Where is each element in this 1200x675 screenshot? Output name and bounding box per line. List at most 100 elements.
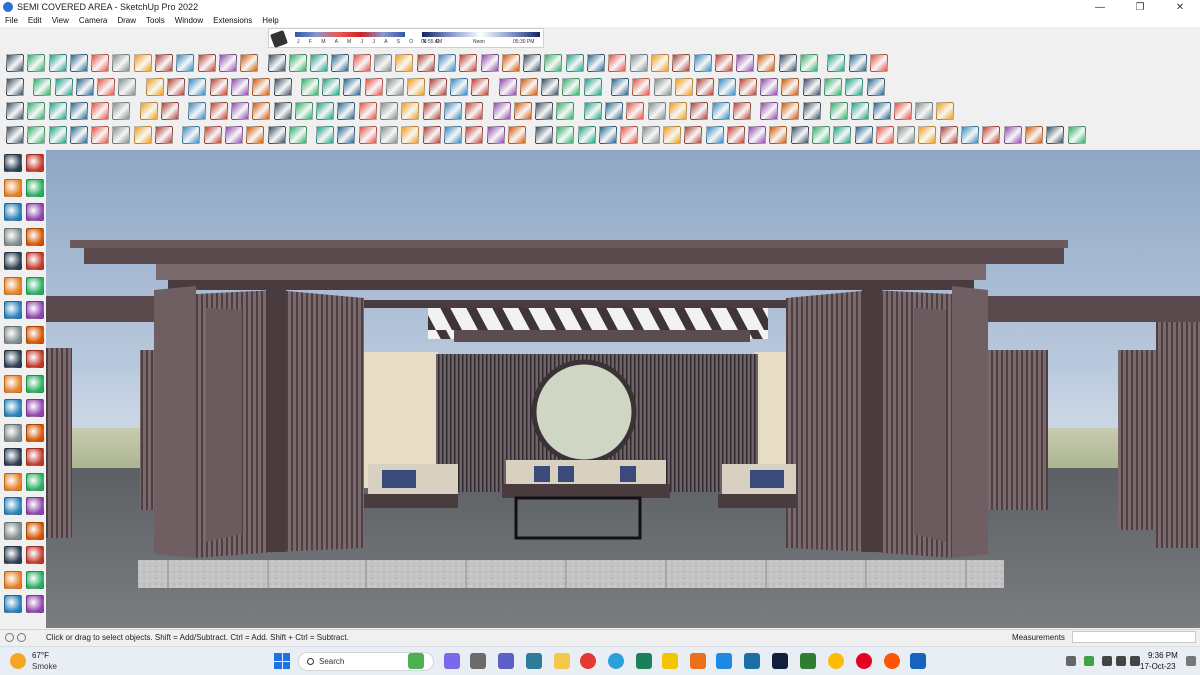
tb1-tool-icon[interactable] <box>736 54 755 72</box>
tb2-tool-icon[interactable] <box>33 78 52 96</box>
tb4-tool-icon[interactable] <box>27 126 46 144</box>
tb1-tool-icon[interactable] <box>267 54 286 72</box>
windows-update-icon[interactable] <box>716 653 732 669</box>
tb1-tool-icon[interactable] <box>288 54 307 72</box>
large-tool-icon[interactable] <box>26 276 44 295</box>
tb1-tool-icon[interactable] <box>714 54 733 72</box>
tb2-tool-icon[interactable] <box>322 78 341 96</box>
large-tool-icon[interactable] <box>4 154 22 172</box>
tb2-tool-icon[interactable] <box>386 78 405 96</box>
tb2-tool-icon[interactable] <box>583 78 602 96</box>
large-tool-icon[interactable] <box>4 521 22 540</box>
tb3-tool-icon[interactable] <box>492 102 511 120</box>
chat-icon[interactable] <box>498 653 514 669</box>
opera-icon[interactable] <box>580 653 596 669</box>
large-tool-icon[interactable] <box>26 521 44 540</box>
tb1-tool-icon[interactable] <box>608 54 627 72</box>
tb3-tool-icon[interactable] <box>851 102 870 120</box>
tb3-tool-icon[interactable] <box>872 102 891 120</box>
tb1-tool-icon[interactable] <box>799 54 818 72</box>
large-tool-icon[interactable] <box>26 472 44 491</box>
tb3-tool-icon[interactable] <box>626 102 645 120</box>
clock-time[interactable]: 9:36 PM <box>1148 651 1178 660</box>
large-tool-icon[interactable] <box>4 276 22 295</box>
large-tool-icon[interactable] <box>26 350 44 368</box>
tb3-tool-icon[interactable] <box>69 102 88 120</box>
tb3-tool-icon[interactable] <box>915 102 934 120</box>
menu-file[interactable]: File <box>0 16 23 25</box>
large-tool-icon[interactable] <box>26 423 44 442</box>
tb3-tool-icon[interactable] <box>605 102 624 120</box>
tb1-tool-icon[interactable] <box>757 54 776 72</box>
tb2-tool-icon[interactable] <box>866 78 885 96</box>
tb3-tool-icon[interactable] <box>760 102 779 120</box>
tb2-tool-icon[interactable] <box>471 78 490 96</box>
tb4-tool-icon[interactable] <box>182 126 201 144</box>
tb2-tool-icon[interactable] <box>802 78 821 96</box>
tb3-tool-icon[interactable] <box>535 102 554 120</box>
tb4-tool-icon[interactable] <box>641 126 660 144</box>
tb3-tool-icon[interactable] <box>802 102 821 120</box>
tb3-tool-icon[interactable] <box>711 102 730 120</box>
tb4-tool-icon[interactable] <box>465 126 484 144</box>
tb2-tool-icon[interactable] <box>760 78 779 96</box>
tb3-tool-icon[interactable] <box>294 102 313 120</box>
soundcloud-icon[interactable] <box>884 653 900 669</box>
tb2-tool-icon[interactable] <box>75 78 94 96</box>
tb1-tool-icon[interactable] <box>27 54 46 72</box>
tb1-tool-icon[interactable] <box>6 54 24 72</box>
file-explorer-icon[interactable] <box>554 653 570 669</box>
menu-extensions[interactable]: Extensions <box>208 16 257 25</box>
tb4-tool-icon[interactable] <box>203 126 222 144</box>
tb4-tool-icon[interactable] <box>48 126 67 144</box>
volume-icon[interactable] <box>1116 656 1126 666</box>
tb1-tool-icon[interactable] <box>523 54 542 72</box>
tb4-tool-icon[interactable] <box>288 126 307 144</box>
tb4-tool-icon[interactable] <box>811 126 830 144</box>
tb4-tool-icon[interactable] <box>726 126 745 144</box>
chrome-icon[interactable] <box>828 653 844 669</box>
month-slider[interactable] <box>295 32 405 37</box>
tb4-tool-icon[interactable] <box>507 126 526 144</box>
large-tool-icon[interactable] <box>4 350 22 368</box>
tb1-tool-icon[interactable] <box>112 54 131 72</box>
tb4-tool-icon[interactable] <box>939 126 958 144</box>
tb2-tool-icon[interactable] <box>252 78 271 96</box>
tb1-tool-icon[interactable] <box>331 54 350 72</box>
geo-location-icon[interactable] <box>5 633 14 642</box>
tb2-tool-icon[interactable] <box>738 78 757 96</box>
tb3-tool-icon[interactable] <box>188 102 207 120</box>
tb4-tool-icon[interactable] <box>6 126 24 144</box>
tb2-tool-icon[interactable] <box>632 78 651 96</box>
app-icon-blue[interactable] <box>744 653 760 669</box>
tb4-tool-icon[interactable] <box>1024 126 1043 144</box>
tb4-tool-icon[interactable] <box>535 126 554 144</box>
tb1-tool-icon[interactable] <box>672 54 691 72</box>
tb3-tool-icon[interactable] <box>316 102 335 120</box>
tb3-tool-icon[interactable] <box>48 102 67 120</box>
tb2-tool-icon[interactable] <box>364 78 383 96</box>
tb4-tool-icon[interactable] <box>422 126 441 144</box>
tb1-tool-icon[interactable] <box>501 54 520 72</box>
tb4-tool-icon[interactable] <box>69 126 88 144</box>
large-tool-icon[interactable] <box>4 325 22 344</box>
tb3-tool-icon[interactable] <box>380 102 399 120</box>
tb3-tool-icon[interactable] <box>732 102 751 120</box>
tb4-tool-icon[interactable] <box>854 126 873 144</box>
tb3-tool-icon[interactable] <box>337 102 356 120</box>
weather-icon[interactable] <box>10 653 26 669</box>
large-tool-icon[interactable] <box>26 546 44 564</box>
tb1-tool-icon[interactable] <box>629 54 648 72</box>
tb2-tool-icon[interactable] <box>188 78 207 96</box>
tb3-tool-icon[interactable] <box>273 102 292 120</box>
large-tool-icon[interactable] <box>4 472 22 491</box>
tb1-tool-icon[interactable] <box>155 54 174 72</box>
photoshop-icon[interactable] <box>772 653 788 669</box>
large-tool-icon[interactable] <box>26 252 44 270</box>
tb2-tool-icon[interactable] <box>428 78 447 96</box>
tb4-tool-icon[interactable] <box>620 126 639 144</box>
teams-icon[interactable] <box>444 653 460 669</box>
tb2-tool-icon[interactable] <box>674 78 693 96</box>
shadow-toggle-icon[interactable] <box>270 30 288 48</box>
tb3-tool-icon[interactable] <box>401 102 420 120</box>
